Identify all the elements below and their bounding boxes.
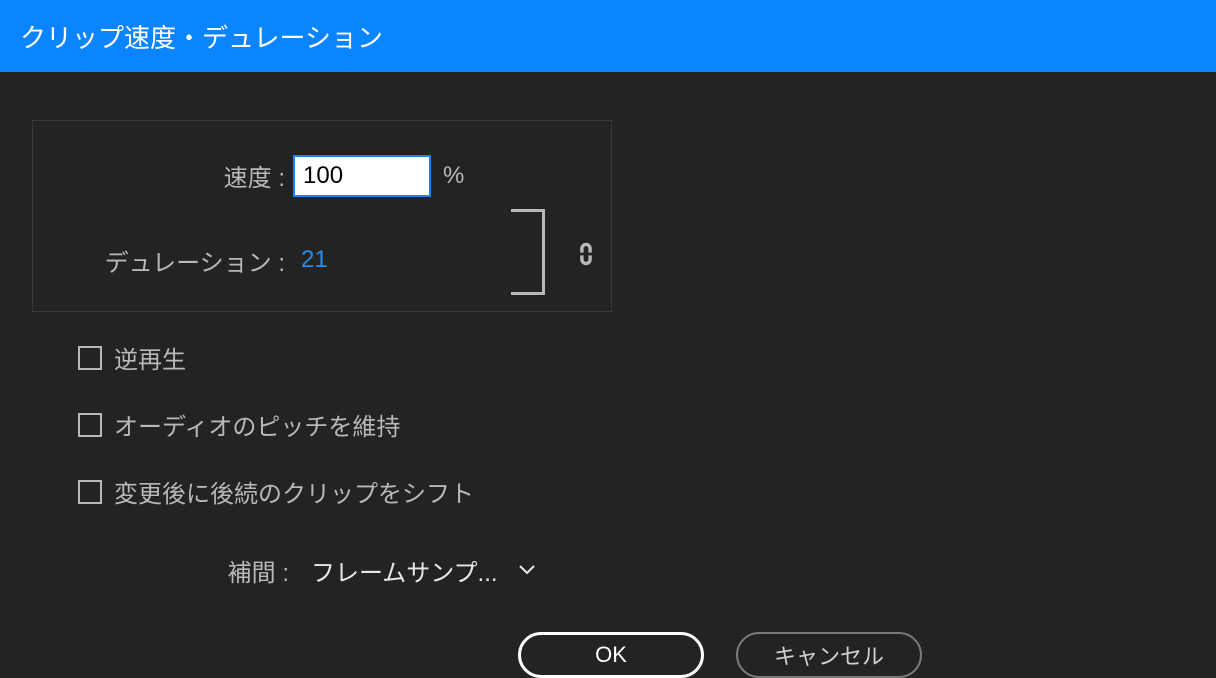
maintain-pitch-row: オーディオのピッチを維持 xyxy=(78,407,1216,442)
speed-duration-group: 速度 : % デュレーション : 21 xyxy=(32,120,612,312)
maintain-pitch-checkbox[interactable] xyxy=(78,413,102,437)
interpolation-row: 補間 : フレームサンプ... xyxy=(32,547,1216,594)
dialog-titlebar: クリップ速度・デュレーション xyxy=(0,0,1216,72)
speed-label: 速度 : xyxy=(33,158,293,193)
duration-label: デュレーション : xyxy=(33,243,293,278)
reverse-row: 逆再生 xyxy=(78,340,1216,375)
cancel-button-label: キャンセル xyxy=(774,639,884,671)
cancel-button[interactable]: キャンセル xyxy=(736,632,922,678)
link-icon[interactable] xyxy=(575,239,597,274)
button-row: OK キャンセル xyxy=(518,632,1216,678)
checkbox-group: 逆再生 オーディオのピッチを維持 変更後に後続のクリップをシフト xyxy=(32,340,1216,509)
dialog-title: クリップ速度・デュレーション xyxy=(20,18,383,55)
ripple-row: 変更後に後続のクリップをシフト xyxy=(78,474,1216,509)
interpolation-dropdown[interactable]: フレームサンプ... xyxy=(297,547,550,594)
interpolation-value: フレームサンプ... xyxy=(311,553,498,588)
ripple-label: 変更後に後続のクリップをシフト xyxy=(114,474,474,509)
link-bracket xyxy=(511,209,545,295)
ripple-checkbox[interactable] xyxy=(78,480,102,504)
maintain-pitch-label: オーディオのピッチを維持 xyxy=(114,407,400,442)
reverse-checkbox[interactable] xyxy=(78,346,102,370)
ok-button[interactable]: OK xyxy=(518,632,704,678)
speed-unit: % xyxy=(443,162,464,190)
chevron-down-icon xyxy=(518,562,536,580)
speed-row: 速度 : % xyxy=(33,155,611,197)
speed-input[interactable] xyxy=(293,155,431,197)
interpolation-label: 補間 : xyxy=(32,553,297,588)
dialog-content: 速度 : % デュレーション : 21 逆再生 オーディオのピッチを維持 xyxy=(0,72,1216,678)
duration-value[interactable]: 21 xyxy=(301,246,328,274)
reverse-label: 逆再生 xyxy=(114,340,186,375)
ok-button-label: OK xyxy=(595,642,627,668)
